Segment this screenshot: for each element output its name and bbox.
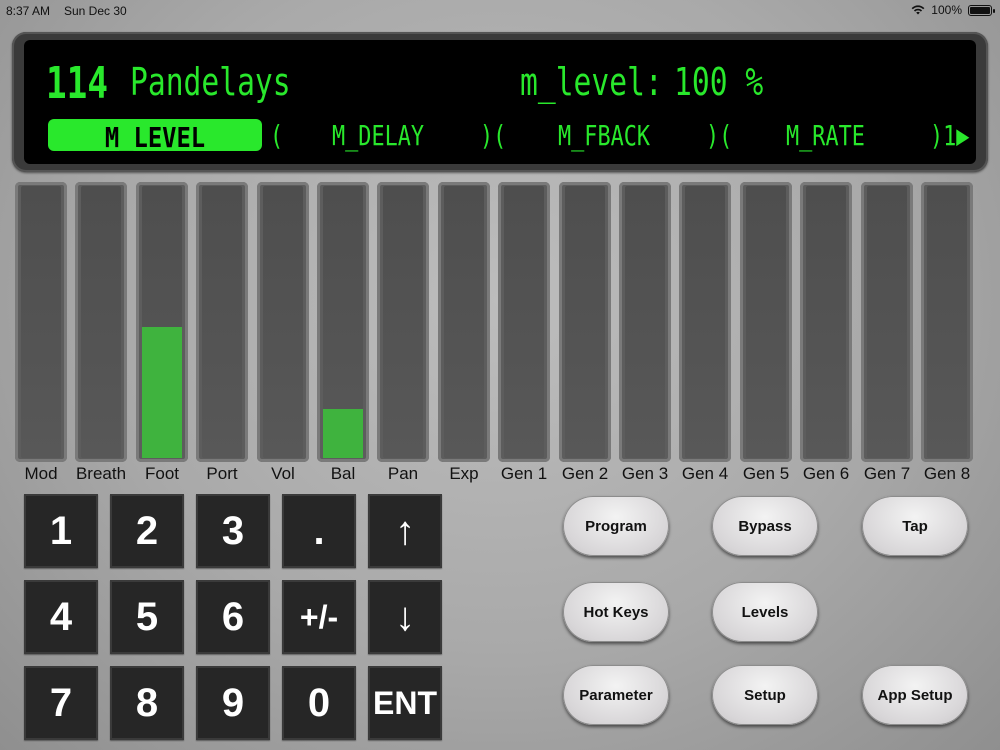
parameter-name: m_level: [520,60,663,104]
meter-track [927,186,967,458]
meter-label: Pan [387,464,419,483]
key-4[interactable]: 4 [24,580,98,654]
lcd-display: 114 Pandelays m_level: 100 % M_LEVEL ( M… [24,40,976,164]
key-plus-minus[interactable]: +/- [282,580,356,654]
meter-track [202,186,242,458]
soft-button-4[interactable]: M_RATE [786,119,865,152]
meter-label: Gen 2 [561,464,609,483]
meter-track [806,186,846,458]
meter-label: Gen 7 [863,464,911,483]
meter-gen-7 [861,182,913,462]
status-time: 8:37 AM [6,4,51,18]
soft-page-indicator[interactable]: )1▶ [930,119,969,152]
levels-button[interactable]: Levels [712,582,818,642]
meter-track [746,186,786,458]
soft-button-label: M_LEVEL [104,121,206,154]
soft-button-2[interactable]: M_DELAY [332,119,424,152]
program-button[interactable]: Program [563,496,669,556]
key-0[interactable]: 0 [282,666,356,740]
status-date: Sun Dec 30 [64,4,127,18]
app-setup-button[interactable]: App Setup [862,665,968,725]
meter-label: Gen 3 [621,464,669,483]
meter-gen-6 [800,182,852,462]
display-frame: 114 Pandelays m_level: 100 % M_LEVEL ( M… [12,32,988,172]
meter-label: Exp [449,464,479,483]
meter-gen-5 [740,182,792,462]
meter-bal [317,182,369,462]
battery-percent: 100% [931,3,962,17]
wifi-icon [911,5,925,15]
meter-label: Gen 1 [500,464,548,483]
meter-track [867,186,907,458]
soft-separator: )( [706,119,733,152]
soft-separator: )( [480,119,507,152]
parameter-button[interactable]: Parameter [563,665,669,725]
meter-track [263,186,303,458]
key-3[interactable]: 3 [196,494,270,568]
meter-track [625,186,665,458]
meter-track [81,186,121,458]
meter-fill [142,327,182,458]
meter-track [323,186,363,458]
soft-separator: ( [270,119,284,152]
down-arrow-key[interactable]: ↓ [368,580,442,654]
meter-gen-4 [679,182,731,462]
battery-icon [968,4,995,16]
meter-mod [15,182,67,462]
meter-track [685,186,725,458]
meter-label: Bal [330,464,356,483]
meter-vol [257,182,309,462]
soft-button-1[interactable]: M_LEVEL [48,119,262,154]
key-5[interactable]: 5 [110,580,184,654]
meter-gen-1 [498,182,550,462]
meter-gen-3 [619,182,671,462]
meter-label: Breath [75,464,127,483]
meter-exp [438,182,490,462]
meter-label: Gen 5 [742,464,790,483]
meter-gen-8 [921,182,973,462]
bypass-button[interactable]: Bypass [712,496,818,556]
enter-key[interactable]: ENT [368,666,442,740]
meter-breath [75,182,127,462]
meter-pan [377,182,429,462]
up-arrow-key[interactable]: ↑ [368,494,442,568]
key-2[interactable]: 2 [110,494,184,568]
meter-label: Port [206,464,238,483]
tap-button[interactable]: Tap [862,496,968,556]
key-8[interactable]: 8 [110,666,184,740]
hot-keys-button[interactable]: Hot Keys [563,582,669,642]
soft-button-3[interactable]: M_FBACK [558,119,650,152]
status-bar: 8:37 AM Sun Dec 30 100% [0,0,1000,22]
setup-button[interactable]: Setup [712,665,818,725]
meter-track [21,186,61,458]
meter-label: Vol [271,464,295,483]
meter-label: Gen 8 [923,464,971,483]
program-name: Pandelays [130,60,291,104]
soft-button-row: M_LEVEL ( M_DELAY )( M_FBACK )( M_RATE )… [24,116,976,154]
key-decimal[interactable]: . [282,494,356,568]
meter-label: Foot [144,464,180,483]
meter-gen-2 [559,182,611,462]
status-right: 100% [911,3,995,17]
key-9[interactable]: 9 [196,666,270,740]
meter-foot [136,182,188,462]
meter-track [444,186,484,458]
meter-track [383,186,423,458]
program-number: 114 [46,58,108,109]
meter-port [196,182,248,462]
meter-label: Gen 4 [681,464,729,483]
meter-label: Mod [24,464,58,483]
meter-track [565,186,605,458]
meter-fill [323,409,363,458]
parameter-value: 100 % [674,60,764,104]
key-1[interactable]: 1 [24,494,98,568]
meter-track [504,186,544,458]
meter-label: Gen 6 [802,464,850,483]
controller-meters [15,182,981,464]
meter-track [142,186,182,458]
key-7[interactable]: 7 [24,666,98,740]
key-6[interactable]: 6 [196,580,270,654]
